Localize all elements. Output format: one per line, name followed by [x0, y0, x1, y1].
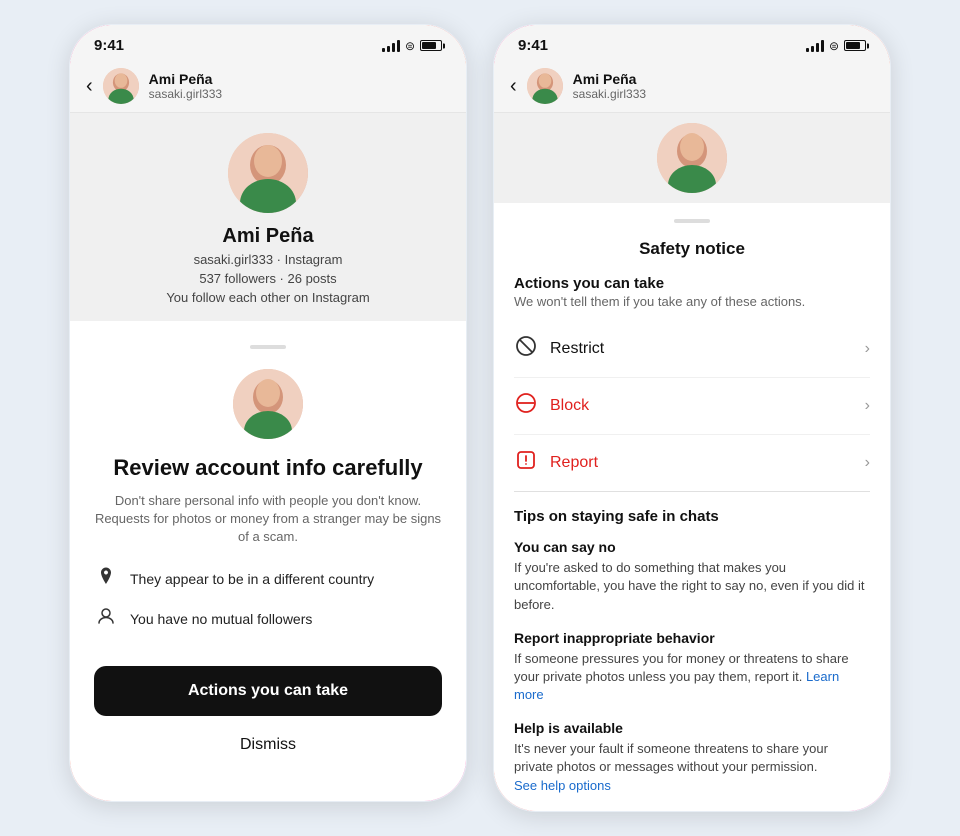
tip-item-1: Report inappropriate behavior If someone…: [514, 630, 870, 705]
bottom-sheet-1: Review account info carefully Don't shar…: [70, 329, 466, 786]
report-label: Report: [550, 454, 598, 472]
nav-user-handle-1: sasaki.girl333: [149, 87, 222, 101]
action-left-restrict: Restrict: [514, 335, 604, 363]
tip-title-0: You can say no: [514, 539, 870, 555]
chevron-restrict: ›: [865, 340, 870, 358]
actions-button-1[interactable]: Actions you can take: [94, 666, 442, 716]
tip-body-2: It's never your fault if someone threate…: [514, 740, 870, 795]
restrict-label: Restrict: [550, 340, 604, 358]
phone-1: 9:41 ⊜ ‹: [68, 23, 468, 803]
warning-text-country: They appear to be in a different country: [130, 571, 374, 587]
actions-header: Actions you can take: [514, 275, 870, 292]
sheet-title-1: Review account info carefully: [94, 455, 442, 481]
nav-user-handle-2: sasaki.girl333: [573, 87, 646, 101]
nav-header-2: ‹ Ami Peña sasaki.girl333: [494, 60, 890, 113]
warning-text-mutual: You have no mutual followers: [130, 611, 312, 627]
tip-title-1: Report inappropriate behavior: [514, 630, 870, 646]
nav-user-name-2: Ami Peña: [573, 71, 646, 87]
nav-user-info-2: Ami Peña sasaki.girl333: [573, 71, 646, 101]
status-bar-1: 9:41 ⊜: [70, 25, 466, 60]
status-bar-2: 9:41 ⊜: [494, 25, 890, 60]
profile-name-1: Ami Peña: [222, 225, 313, 248]
status-time-1: 9:41: [94, 37, 124, 54]
avatar-nav-1: [103, 68, 139, 104]
action-row-block[interactable]: Block ›: [514, 378, 870, 435]
phone2-profile-top: [494, 113, 890, 203]
actions-section: Actions you can take We won't tell them …: [494, 275, 890, 492]
safety-title: Safety notice: [494, 239, 890, 259]
action-left-report: Report: [514, 449, 598, 477]
dismiss-button-1[interactable]: Dismiss: [94, 728, 442, 762]
tip-item-2: Help is available It's never your fault …: [514, 720, 870, 795]
profile-avatar-1: [228, 133, 308, 213]
signal-icon-2: [806, 40, 824, 52]
phone2-avatar: [657, 123, 727, 193]
signal-icon-1: [382, 40, 400, 52]
status-icons-2: ⊜: [806, 39, 866, 53]
tip-title-2: Help is available: [514, 720, 870, 736]
avatar-nav-2: [527, 68, 563, 104]
profile-bg: Ami Peña sasaki.girl333 · Instagram 537 …: [70, 113, 466, 321]
chevron-block: ›: [865, 397, 870, 415]
action-left-block: Block: [514, 392, 589, 420]
profile-handle-1: sasaki.girl333 · Instagram: [194, 252, 343, 267]
nav-user-info-1: Ami Peña sasaki.girl333: [149, 71, 222, 101]
tip-body-0: If you're asked to do something that mak…: [514, 559, 870, 614]
safety-sheet: Safety notice Actions you can take We wo…: [494, 203, 890, 795]
action-row-restrict[interactable]: Restrict ›: [514, 321, 870, 378]
tips-section: Tips on staying safe in chats You can sa…: [494, 492, 890, 795]
phone-2: 9:41 ⊜ ‹: [492, 23, 892, 813]
chevron-report: ›: [865, 454, 870, 472]
safety-handle: [674, 219, 710, 223]
tip-body-1: If someone pressures you for money or th…: [514, 650, 870, 705]
status-time-2: 9:41: [518, 37, 548, 54]
tips-header: Tips on staying safe in chats: [514, 508, 870, 525]
block-icon: [514, 392, 538, 420]
action-row-report[interactable]: Report ›: [514, 435, 870, 492]
battery-icon-2: [844, 40, 866, 51]
tip-item-0: You can say no If you're asked to do som…: [514, 539, 870, 614]
restrict-icon: [514, 335, 538, 363]
sheet-subtitle-1: Don't share personal info with people yo…: [94, 492, 442, 547]
phones-container: 9:41 ⊜ ‹: [68, 23, 892, 813]
nav-header-1: ‹ Ami Peña sasaki.girl333: [70, 60, 466, 113]
wifi-icon-2: ⊜: [829, 39, 839, 53]
profile-mutual-1: You follow each other on Instagram: [166, 290, 369, 305]
see-help-options-link[interactable]: See help options: [514, 778, 611, 793]
actions-sub: We won't tell them if you take any of th…: [514, 294, 870, 309]
block-label: Block: [550, 397, 589, 415]
report-icon: [514, 449, 538, 477]
back-button-1[interactable]: ‹: [86, 75, 93, 98]
back-button-2[interactable]: ‹: [510, 75, 517, 98]
sheet-avatar-1: [233, 369, 303, 439]
battery-icon-1: [420, 40, 442, 51]
location-icon: [94, 566, 118, 592]
warning-item-mutual: You have no mutual followers: [94, 606, 442, 632]
warning-item-country: They appear to be in a different country: [94, 566, 442, 592]
status-icons-1: ⊜: [382, 39, 442, 53]
person-icon: [94, 606, 118, 632]
nav-user-name-1: Ami Peña: [149, 71, 222, 87]
profile-stats-1: 537 followers · 26 posts: [199, 271, 336, 286]
sheet-handle-1: [250, 345, 286, 349]
wifi-icon-1: ⊜: [405, 39, 415, 53]
